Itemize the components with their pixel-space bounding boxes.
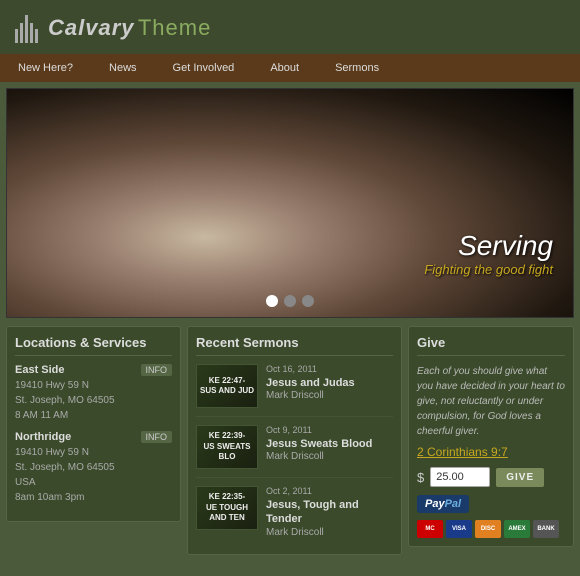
locations-box: Locations & Services East Side INFO 1941… [6, 326, 181, 522]
hero-banner: Serving Fighting the good fight [6, 88, 574, 318]
sermon-item-2: KE 22:39- US SWEATS BLO Oct 9, 2011 Jesu… [196, 425, 393, 478]
logo-calvary: Calvary Theme [48, 15, 211, 41]
card-amex-icon: AMEX [504, 520, 530, 538]
location-east-side-info-button[interactable]: INFO [141, 364, 173, 376]
header: Calvary Theme [0, 0, 580, 54]
nav-item-new-here[interactable]: New Here? [0, 54, 91, 82]
location-northridge: Northridge INFO 19410 Hwy 59 N St. Josep… [15, 431, 172, 503]
locations-column: Locations & Services East Side INFO 1941… [6, 326, 181, 555]
location-northridge-address: 19410 Hwy 59 N St. Joseph, MO 64505 USA [15, 445, 172, 490]
nav: New Here? News Get Involved About Sermon… [0, 54, 580, 82]
hero-text: Serving Fighting the good fight [424, 230, 553, 277]
sermon-date-1: Oct 16, 2011 [266, 364, 393, 374]
card-mastercard-icon: MC [417, 520, 443, 538]
hero-dot-2[interactable] [284, 295, 296, 307]
sermons-column: Recent Sermons KE 22:47- SUS AND JUD Oct… [187, 326, 402, 555]
main-content: Locations & Services East Side INFO 1941… [0, 318, 580, 563]
give-button[interactable]: GIVE [496, 468, 544, 487]
give-reference-link[interactable]: 2 Corinthians 9:7 [417, 445, 565, 459]
hero-dot-3[interactable] [302, 295, 314, 307]
sermon-thumb-2[interactable]: KE 22:39- US SWEATS BLO [196, 425, 258, 469]
logo-icon [15, 13, 38, 43]
sermons-title: Recent Sermons [196, 335, 393, 356]
nav-item-news[interactable]: News [91, 54, 155, 82]
hero-image [7, 89, 573, 317]
sermon-thumb-3[interactable]: KE 22:35- UE TOUGH AND TEN [196, 486, 258, 530]
give-dollar-sign: $ [417, 470, 424, 485]
card-discover-icon: DISC [475, 520, 501, 538]
location-east-side-address: 19410 Hwy 59 N St. Joseph, MO 64505 [15, 378, 172, 408]
nav-item-about[interactable]: About [252, 54, 317, 82]
location-east-side-name: East Side [15, 364, 65, 376]
sermons-box: Recent Sermons KE 22:47- SUS AND JUD Oct… [187, 326, 402, 555]
sermon-date-2: Oct 9, 2011 [266, 425, 393, 435]
nav-item-get-involved[interactable]: Get Involved [155, 54, 253, 82]
card-bank-icon: BANK [533, 520, 559, 538]
sermon-title-2[interactable]: Jesus Sweats Blood [266, 437, 393, 451]
sermon-item-3: KE 22:35- UE TOUGH AND TEN Oct 2, 2011 J… [196, 486, 393, 546]
paypal-logo[interactable]: PayPal [417, 495, 469, 513]
give-amount-input[interactable] [430, 467, 490, 487]
location-east-side-header: East Side INFO [15, 364, 172, 376]
location-northridge-header: Northridge INFO [15, 431, 172, 443]
locations-title: Locations & Services [15, 335, 172, 356]
hero-title: Serving [424, 230, 553, 262]
sermon-speaker-3: Mark Driscoll [266, 527, 393, 538]
location-northridge-info-button[interactable]: INFO [141, 431, 173, 443]
sermon-thumb-1[interactable]: KE 22:47- SUS AND JUD [196, 364, 258, 408]
hero-subtitle: Fighting the good fight [424, 262, 553, 277]
sermon-title-1[interactable]: Jesus and Judas [266, 376, 393, 390]
give-input-row: $ GIVE [417, 467, 565, 487]
card-visa-icon: VISA [446, 520, 472, 538]
hero-dot-1[interactable] [266, 295, 278, 307]
location-east-side: East Side INFO 19410 Hwy 59 N St. Joseph… [15, 364, 172, 421]
hero-dots [266, 295, 314, 307]
sermon-date-3: Oct 2, 2011 [266, 486, 393, 496]
sermon-speaker-2: Mark Driscoll [266, 451, 393, 462]
card-icons: MC VISA DISC AMEX BANK [417, 520, 565, 538]
give-title: Give [417, 335, 565, 356]
location-northridge-times: 8am 10am 3pm [15, 492, 172, 503]
paypal-area: PayPal MC VISA DISC AMEX BANK [417, 495, 565, 538]
location-northridge-name: Northridge [15, 431, 71, 443]
give-box: Give Each of you should give what you ha… [408, 326, 574, 547]
nav-item-sermons[interactable]: Sermons [317, 54, 397, 82]
sermon-title-3[interactable]: Jesus, Tough and Tender [266, 498, 393, 527]
sermon-speaker-1: Mark Driscoll [266, 390, 393, 401]
give-column: Give Each of you should give what you ha… [408, 326, 574, 555]
give-body-text: Each of you should give what you have de… [417, 364, 565, 439]
location-east-side-times: 8 AM 11 AM [15, 410, 172, 421]
sermon-item-1: KE 22:47- SUS AND JUD Oct 16, 2011 Jesus… [196, 364, 393, 417]
